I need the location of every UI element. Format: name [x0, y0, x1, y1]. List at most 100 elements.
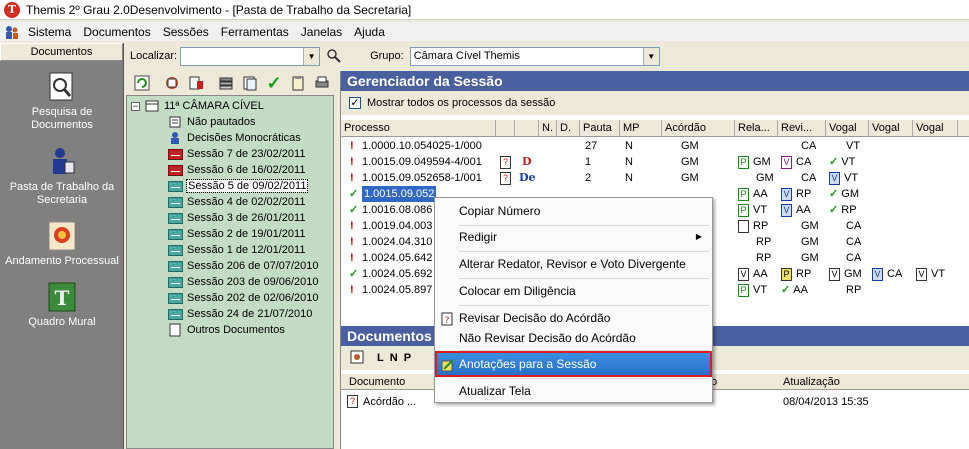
menu-atualizar-tela[interactable]: Atualizar Tela: [437, 380, 710, 402]
mp-cell: N: [625, 172, 633, 184]
menu-revisar-label: Revisar Decisão do Acórdão: [459, 311, 611, 325]
tree-item[interactable]: Sessão 4 de 02/02/2011: [167, 194, 305, 210]
col-relator[interactable]: Rela...: [735, 120, 778, 137]
nav-quadro-mural[interactable]: T Quadro Mural: [0, 281, 124, 329]
add-session-icon[interactable]: [162, 73, 182, 93]
menu-nao-revisar-decisao[interactable]: Não Revisar Decisão do Acórdão: [437, 327, 710, 349]
nav-pesquisa-documentos[interactable]: Pesquisa de Documentos: [0, 71, 124, 132]
nav-andamento-processual[interactable]: Andamento Processual: [0, 220, 124, 268]
atualizacao-cell: 08/04/2013 15:35: [783, 396, 869, 408]
find-person-icon[interactable]: [324, 46, 344, 66]
tree-item[interactable]: Sessão 7 de 23/02/2011: [167, 146, 305, 162]
nav-pasta-trabalho[interactable]: Pasta de Trabalho da Secretaria: [0, 146, 124, 207]
session-closed-icon: [167, 163, 183, 177]
menu-separator: [459, 251, 709, 252]
vogal-cell: ✓ RP: [829, 204, 857, 216]
col-d[interactable]: D.: [557, 120, 580, 137]
chevron-down-icon[interactable]: ▼: [642, 47, 659, 65]
building-icon: [144, 99, 160, 113]
docs-icon[interactable]: [240, 73, 260, 93]
col-documento[interactable]: Documento: [349, 374, 405, 390]
chevron-down-icon[interactable]: ▼: [303, 47, 320, 65]
menu-separator: [459, 278, 709, 279]
v-icon: V: [781, 187, 792, 201]
show-all-checkbox[interactable]: ✓: [349, 97, 361, 109]
note-pencil-icon: [441, 357, 454, 372]
menu-ferramentas[interactable]: Ferramentas: [215, 25, 295, 39]
col-mp[interactable]: MP: [620, 120, 662, 137]
doc-icon[interactable]: ?: [500, 170, 515, 186]
localizar-combo[interactable]: ▼: [180, 46, 321, 66]
nav-label: Pasta de Trabalho da Secretaria: [9, 181, 115, 206]
col-vogal2[interactable]: Vogal: [869, 120, 913, 137]
tree-item-selected[interactable]: Sessão 5 de 09/02/2011: [167, 178, 309, 194]
processo-cell: 1.0019.04.003: [362, 220, 433, 232]
tree-root[interactable]: − 11ª CÂMARA CÍVEL: [131, 98, 264, 114]
revisor-cell: ✓ AA: [781, 284, 808, 296]
users-icon[interactable]: [5, 25, 19, 39]
letter-p-button[interactable]: P: [404, 352, 411, 364]
table-row[interactable]: ! 1.0015.09.049594-4/001 ? D 1 N GM P GM …: [341, 154, 969, 170]
stack-icon[interactable]: [216, 73, 236, 93]
mark-cell: D: [522, 155, 532, 168]
col-vogal3[interactable]: Vogal: [913, 120, 958, 137]
session-closed-icon: [167, 147, 183, 161]
menu-redigir[interactable]: Redigir ▶: [437, 226, 710, 248]
col-atualizacao[interactable]: Atualização: [783, 374, 840, 390]
tree-item[interactable]: Decisões Monocráticas: [167, 130, 301, 146]
table-row[interactable]: ! 1.0015.09.052658-1/001 ? De 2 N GM GM …: [341, 170, 969, 186]
col-acordao[interactable]: Acórdão: [662, 120, 735, 137]
tree-item[interactable]: Sessão 6 de 16/02/2011: [167, 162, 305, 178]
menu-documentos[interactable]: Documentos: [77, 25, 156, 39]
menu-ajuda[interactable]: Ajuda: [348, 25, 391, 39]
doc-file-icon: ?: [347, 395, 362, 408]
menu-anotacoes-sessao[interactable]: Anotações para a Sessão: [435, 351, 712, 377]
col-revisor[interactable]: Revi...: [778, 120, 826, 137]
col-blank1[interactable]: [496, 120, 515, 137]
checkmark-icon[interactable]: ✓: [264, 73, 284, 93]
col-pauta[interactable]: Pauta: [580, 120, 620, 137]
tree-item[interactable]: Sessão 202 de 02/06/2010: [167, 290, 319, 306]
show-all-row: ✓ Mostrar todos os processos da sessão: [341, 91, 969, 115]
tree-toolbar: ✓: [126, 71, 336, 95]
menu-sistema[interactable]: Sistema: [22, 25, 77, 39]
tree-item[interactable]: Sessão 2 de 19/01/2011: [167, 226, 305, 242]
tree-item[interactable]: Sessão 3 de 26/01/2011: [167, 210, 305, 226]
refresh-icon[interactable]: [132, 73, 152, 93]
tree-item[interactable]: Sessão 206 de 07/07/2010: [167, 258, 319, 274]
tree-item-label: Sessão 1 de 12/01/2011: [187, 244, 306, 256]
menu-revisar-decisao[interactable]: ? Revisar Decisão do Acórdão: [437, 307, 710, 329]
menu-copiar-numero[interactable]: Copiar Número: [437, 200, 710, 222]
col-processo[interactable]: Processo: [341, 120, 496, 137]
menu-janelas[interactable]: Janelas: [295, 25, 348, 39]
vogal-cell: V GM: [829, 266, 862, 282]
remove-session-icon[interactable]: [186, 73, 206, 93]
menu-colocar-diligencia[interactable]: Colocar em Diligência: [437, 280, 710, 302]
tree-item[interactable]: Sessão 1 de 12/01/2011: [167, 242, 305, 258]
tree-item[interactable]: Não pautados: [167, 114, 256, 130]
left-panel-header[interactable]: Documentos: [0, 43, 123, 61]
session-icon: [167, 179, 183, 193]
revisor-cell: CA: [801, 172, 817, 184]
menu-sessoes[interactable]: Sessões: [157, 25, 215, 39]
tree-item[interactable]: Sessão 24 de 21/07/2010: [167, 306, 312, 322]
doc-icon[interactable]: ?: [500, 154, 515, 170]
col-n[interactable]: N.: [539, 120, 557, 137]
tree-item[interactable]: Outros Documentos: [167, 322, 285, 338]
menu-alterar-redator[interactable]: Alterar Redator, Revisor e Voto Divergen…: [437, 253, 710, 275]
collapse-icon[interactable]: −: [131, 101, 140, 111]
col-blank2[interactable]: [515, 120, 539, 137]
letter-l-button[interactable]: L: [377, 352, 384, 364]
print-icon[interactable]: [312, 73, 332, 93]
grupo-combo[interactable]: Câmara Cível Themis ▼: [409, 46, 660, 66]
add-doc-icon[interactable]: [349, 349, 365, 368]
window-title: Themis 2º Grau 2.0Desenvolvimento - [Pas…: [26, 2, 412, 17]
letter-n-button[interactable]: N: [390, 352, 398, 364]
relator-cell: RP: [738, 218, 768, 234]
v-icon: V: [781, 155, 792, 169]
themis-logo-icon: T: [4, 1, 20, 18]
col-vogal1[interactable]: Vogal: [826, 120, 869, 137]
table-row[interactable]: ! 1.0000.10.054025-1/000 27 N GM CA VT: [341, 138, 969, 154]
clipboard-icon[interactable]: [288, 73, 308, 93]
tree-item[interactable]: Sessão 203 de 09/06/2010: [167, 274, 319, 290]
